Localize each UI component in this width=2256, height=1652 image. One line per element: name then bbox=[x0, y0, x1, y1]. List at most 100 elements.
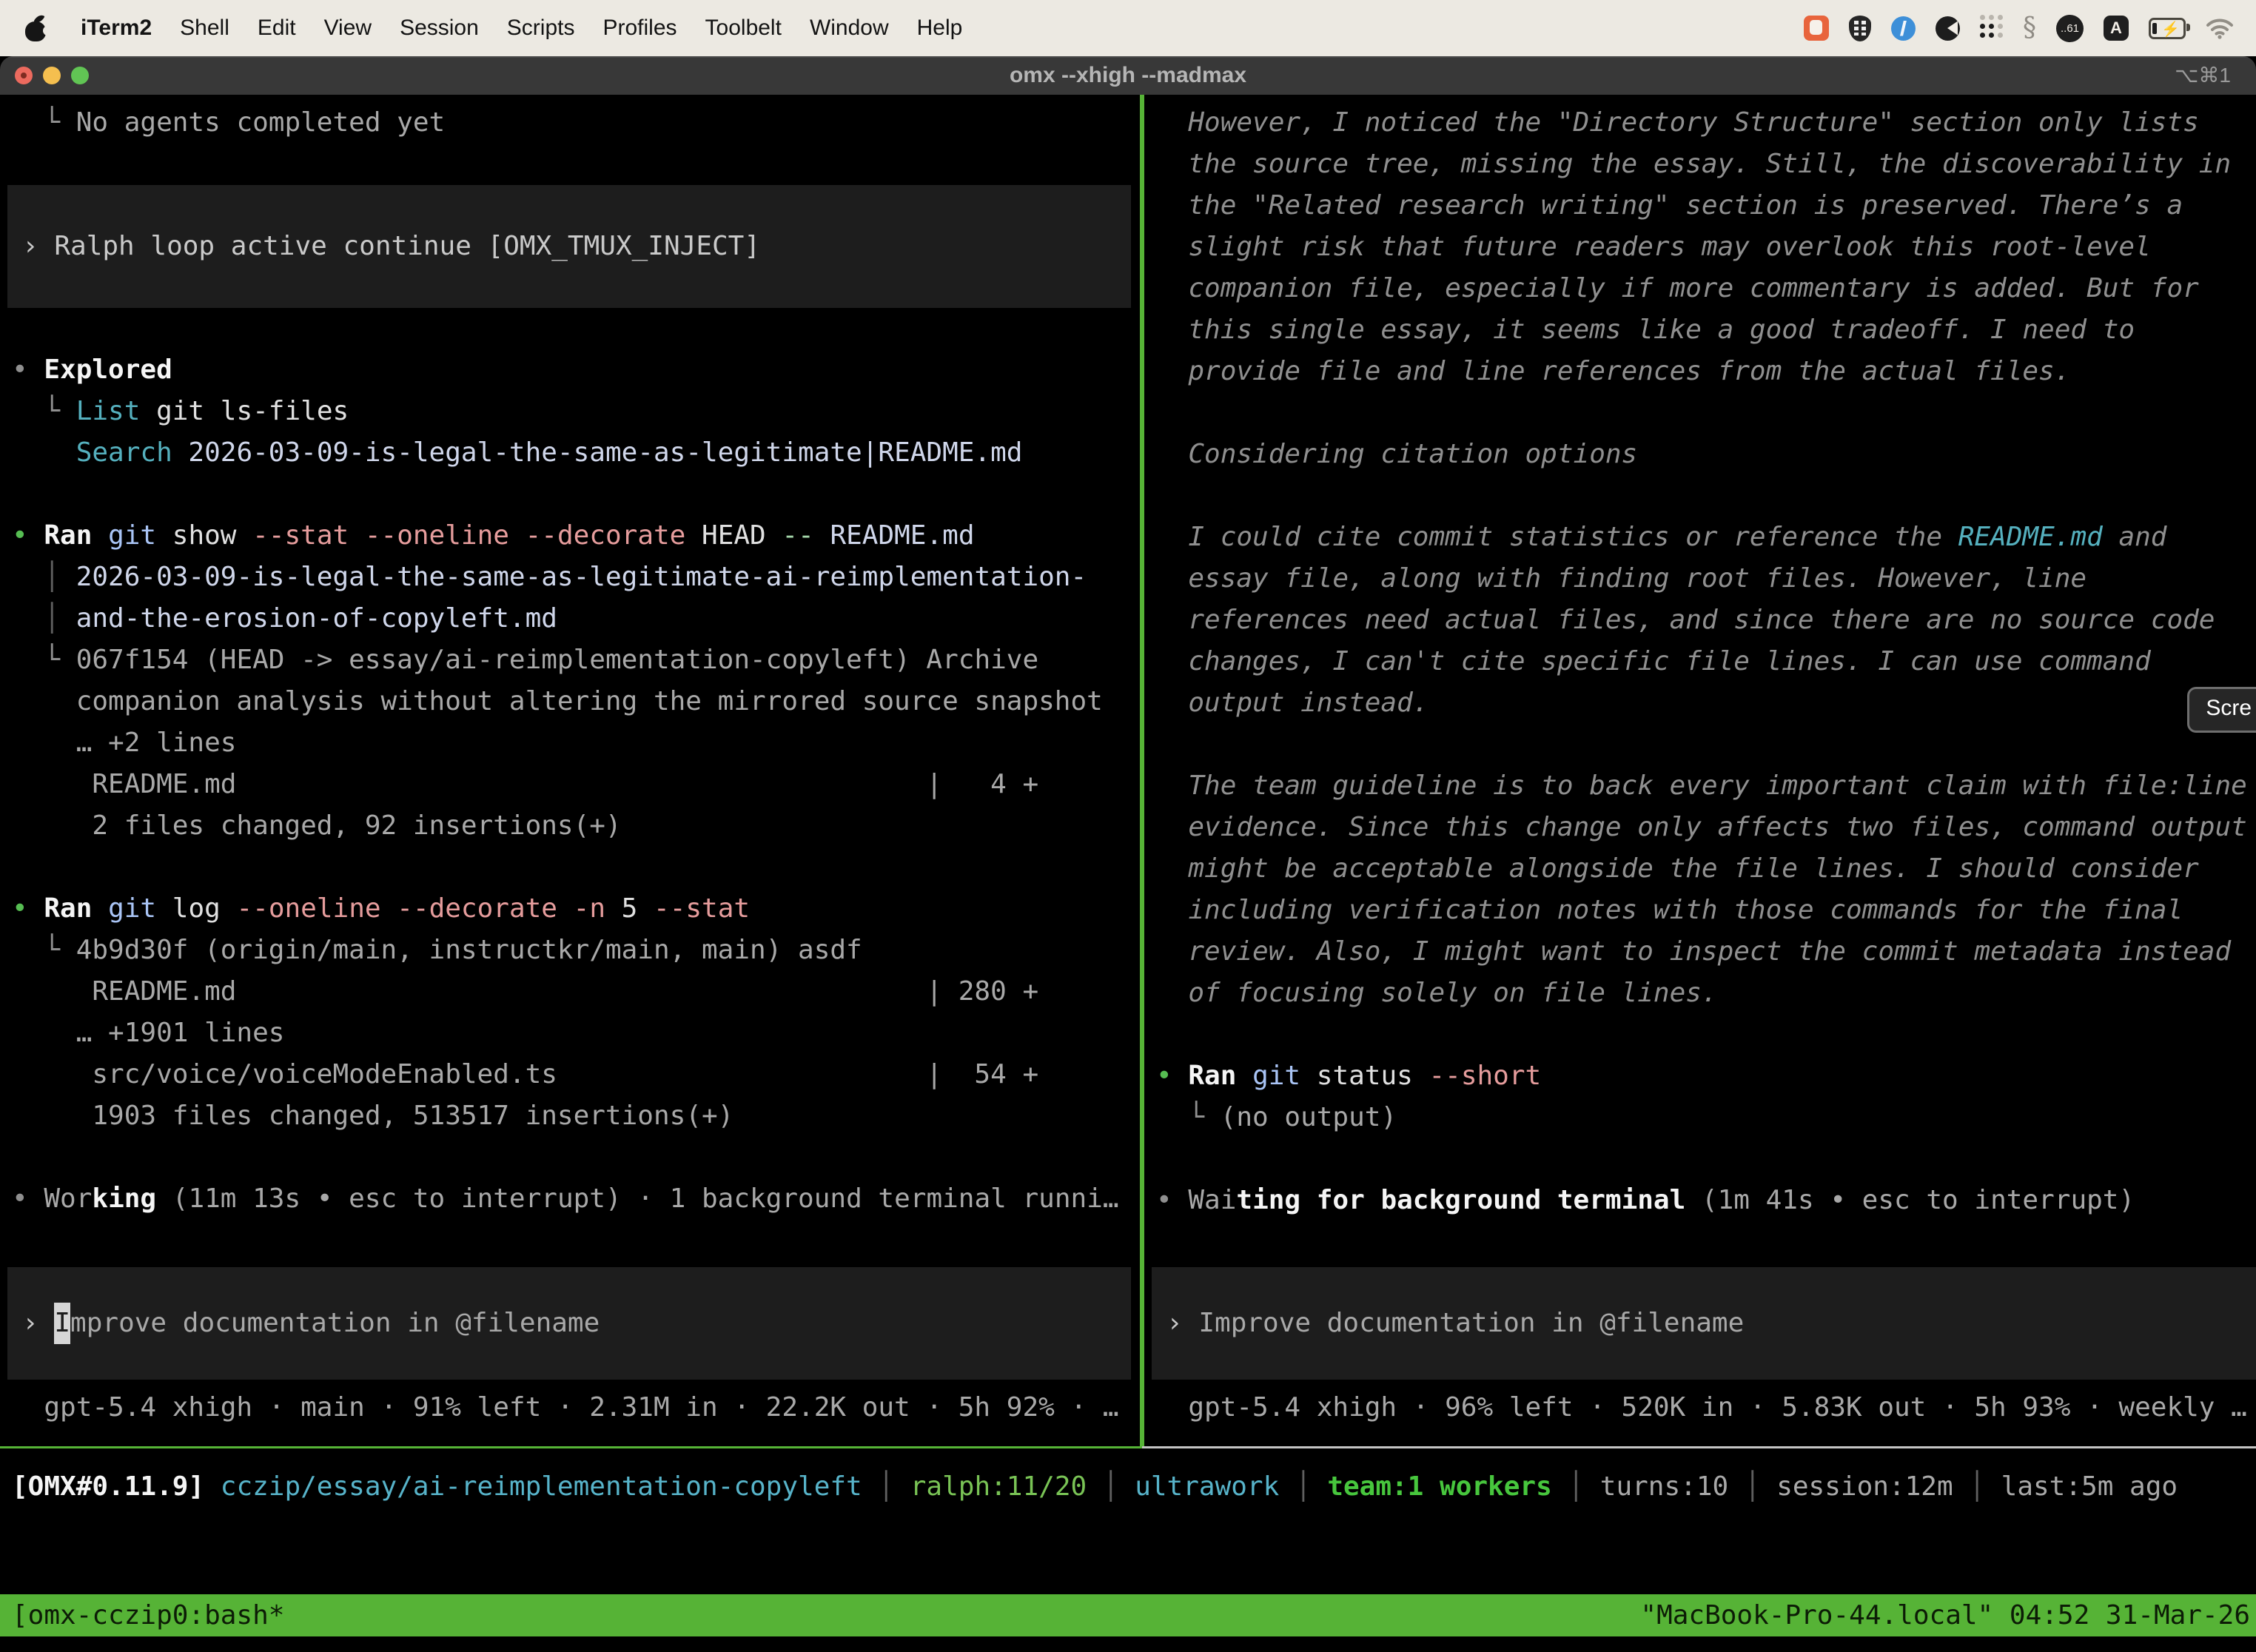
right-pane-content: However, I noticed the "Directory Struct… bbox=[1156, 102, 2256, 1428]
text-segment: The team guideline is to back every impo… bbox=[1156, 770, 2247, 801]
terminal-line: • Working (11m 13s • esc to interrupt) ·… bbox=[12, 1178, 1140, 1220]
text-segment: │ bbox=[1552, 1471, 1600, 1502]
terminal-line: … +1901 lines bbox=[12, 1013, 1140, 1054]
text-segment: HEAD bbox=[685, 520, 765, 551]
menu-item-session[interactable]: Session bbox=[386, 0, 493, 56]
left-pane[interactable]: └ No agents completed yet› Ralph loop ac… bbox=[0, 95, 1140, 1446]
text-segment: including verification notes with those … bbox=[1156, 895, 2183, 925]
blue-badge-icon[interactable] bbox=[1891, 16, 1916, 41]
text-segment: output instead. bbox=[1156, 688, 1429, 718]
terminal-line: README.md | 4 + bbox=[12, 764, 1140, 805]
text-segment: --oneline bbox=[221, 893, 381, 924]
text-segment: └ bbox=[12, 645, 76, 675]
text-segment: › bbox=[22, 226, 54, 267]
a-badge-icon[interactable]: A bbox=[2104, 16, 2129, 41]
iterm-window: omx --xhigh --madmax ⌥⌘1 └ No agents com… bbox=[0, 56, 2256, 1652]
apple-menu-icon[interactable] bbox=[25, 15, 47, 41]
text-segment: gpt-5.4 xhigh · 96% left · 520K in · 5.8… bbox=[1156, 1392, 2247, 1423]
text-segment: 5 bbox=[605, 893, 637, 924]
terminal-line: of focusing solely on file lines. bbox=[1156, 973, 2256, 1014]
shield-grid-icon[interactable] bbox=[1849, 16, 1871, 41]
text-segment: Ran bbox=[44, 893, 92, 924]
blank-line bbox=[1156, 1221, 2256, 1267]
menu-item-window[interactable]: Window bbox=[796, 0, 903, 56]
menu-item-shell[interactable]: Shell bbox=[166, 0, 244, 56]
text-segment: Search bbox=[76, 437, 172, 468]
terminal-line: essay file, along with finding root file… bbox=[1156, 558, 2256, 600]
right-pane[interactable]: However, I noticed the "Directory Struct… bbox=[1144, 95, 2256, 1446]
text-segment: and-the-erosion-of-copyleft.md bbox=[76, 603, 557, 634]
text-segment: -n bbox=[557, 893, 605, 924]
percent-badge-icon[interactable]: ..61 bbox=[2056, 15, 2084, 42]
text-segment: └ bbox=[12, 396, 76, 426]
text-segment: references need actual files, and since … bbox=[1156, 605, 2215, 635]
screen-notification-overlay: Scre bbox=[2187, 687, 2256, 733]
text-segment: List bbox=[76, 396, 141, 426]
text-segment: companion file, especially if more comme… bbox=[1156, 273, 2199, 303]
omx-status-line: [OMX#0.11.9] cczip/essay/ai-reimplementa… bbox=[0, 1466, 2256, 1508]
ralph-loop-box[interactable]: › Ralph loop active continue [OMX_TMUX_I… bbox=[7, 185, 1131, 308]
dots-grid-icon[interactable] bbox=[1980, 15, 2003, 41]
terminal-line: • Waiting for background terminal (1m 41… bbox=[1156, 1180, 2256, 1221]
text-segment: README.md bbox=[814, 520, 975, 551]
text-segment: ultrawork bbox=[1135, 1471, 1279, 1502]
text-segment: --decorate bbox=[509, 520, 685, 551]
text-segment: └ bbox=[12, 107, 76, 138]
menu-item-profiles[interactable]: Profiles bbox=[588, 0, 691, 56]
squiggle-icon[interactable]: § bbox=[2023, 15, 2036, 41]
text-segment: and bbox=[2103, 522, 2167, 552]
terminal-line: Search 2026-03-09-is-legal-the-same-as-l… bbox=[12, 432, 1140, 474]
terminal-line: evidence. Since this change only affects… bbox=[1156, 807, 2256, 848]
text-segment: 2 files changed, 92 insertions(+) bbox=[12, 810, 622, 841]
prompt-input-box[interactable]: › Improve documentation in @filename bbox=[7, 1267, 1131, 1380]
menu-item-view[interactable]: View bbox=[310, 0, 386, 56]
terminal-line: companion file, especially if more comme… bbox=[1156, 268, 2256, 309]
text-segment: --short bbox=[1413, 1061, 1541, 1091]
text-segment: git ls-files bbox=[140, 396, 349, 426]
terminal-line: I could cite commit statistics or refere… bbox=[1156, 517, 2256, 558]
terminal-line: 1903 files changed, 513517 insertions(+) bbox=[12, 1095, 1140, 1137]
text-segment: README.md | 280 + bbox=[12, 976, 1038, 1007]
menu-item-edit[interactable]: Edit bbox=[244, 0, 310, 56]
chat-bubble-icon[interactable] bbox=[1804, 16, 1829, 41]
text-segment: │ bbox=[12, 562, 76, 592]
kaleidoscope-icon[interactable] bbox=[1936, 16, 1960, 41]
blank-line bbox=[12, 144, 1140, 185]
menu-item-iterm2[interactable]: iTerm2 bbox=[67, 0, 166, 56]
tmux-session-label: [omx-cczip0:bash* bbox=[0, 1594, 284, 1636]
terminal-line: companion analysis without altering the … bbox=[12, 681, 1140, 722]
prompt-input-box[interactable]: › Improve documentation in @filename bbox=[1152, 1267, 2256, 1380]
terminal-line: output instead. bbox=[1156, 682, 2256, 724]
pane-bottom-border bbox=[0, 1446, 2256, 1448]
text-segment: --stat bbox=[236, 520, 349, 551]
text-segment: 2026-03-09-is-legal-the-same-as-legitima… bbox=[172, 437, 1023, 468]
text-segment: Explored bbox=[44, 355, 172, 385]
tmux-host-clock: "MacBook-Pro-44.local" 04:52 31-Mar-26 bbox=[1640, 1594, 2256, 1636]
text-segment: • bbox=[1156, 1185, 1188, 1215]
text-segment: git bbox=[1236, 1061, 1300, 1091]
terminal-line: └ List git ls-files bbox=[12, 391, 1140, 432]
text-segment: Ralph loop active continue [OMX_TMUX_INJ… bbox=[54, 226, 760, 267]
text-segment: king bbox=[92, 1183, 156, 1214]
blank-line bbox=[1156, 392, 2256, 434]
battery-icon[interactable]: ⚡ bbox=[2149, 18, 2186, 39]
wifi-icon[interactable] bbox=[2206, 15, 2234, 41]
text-segment: 1903 files changed, 513517 insertions(+) bbox=[12, 1101, 733, 1131]
text-segment: --stat bbox=[637, 893, 750, 924]
menu-item-toolbelt[interactable]: Toolbelt bbox=[691, 0, 796, 56]
text-segment: • bbox=[12, 520, 44, 551]
menu-item-help[interactable]: Help bbox=[903, 0, 977, 56]
terminal-line: src/voice/voiceModeEnabled.ts | 54 + bbox=[12, 1054, 1140, 1095]
terminal-line: └ 067f154 (HEAD -> essay/ai-reimplementa… bbox=[12, 639, 1140, 681]
text-segment: Wor bbox=[44, 1183, 92, 1214]
text-segment: log bbox=[156, 893, 221, 924]
menu-item-scripts[interactable]: Scripts bbox=[493, 0, 589, 56]
text-segment: │ bbox=[862, 1471, 910, 1502]
model-status-line: gpt-5.4 xhigh · 96% left · 520K in · 5.8… bbox=[1156, 1387, 2256, 1428]
terminal-line: changes, I can't cite specific file line… bbox=[1156, 641, 2256, 682]
text-segment: provide file and line references from th… bbox=[1156, 356, 2070, 386]
text-segment: session:12m bbox=[1776, 1471, 1953, 1502]
text-segment: │ bbox=[1279, 1471, 1327, 1502]
terminal-line: might be acceptable alongside the file l… bbox=[1156, 848, 2256, 890]
menu-status-icons: § ..61 A ⚡ bbox=[1804, 15, 2234, 41]
